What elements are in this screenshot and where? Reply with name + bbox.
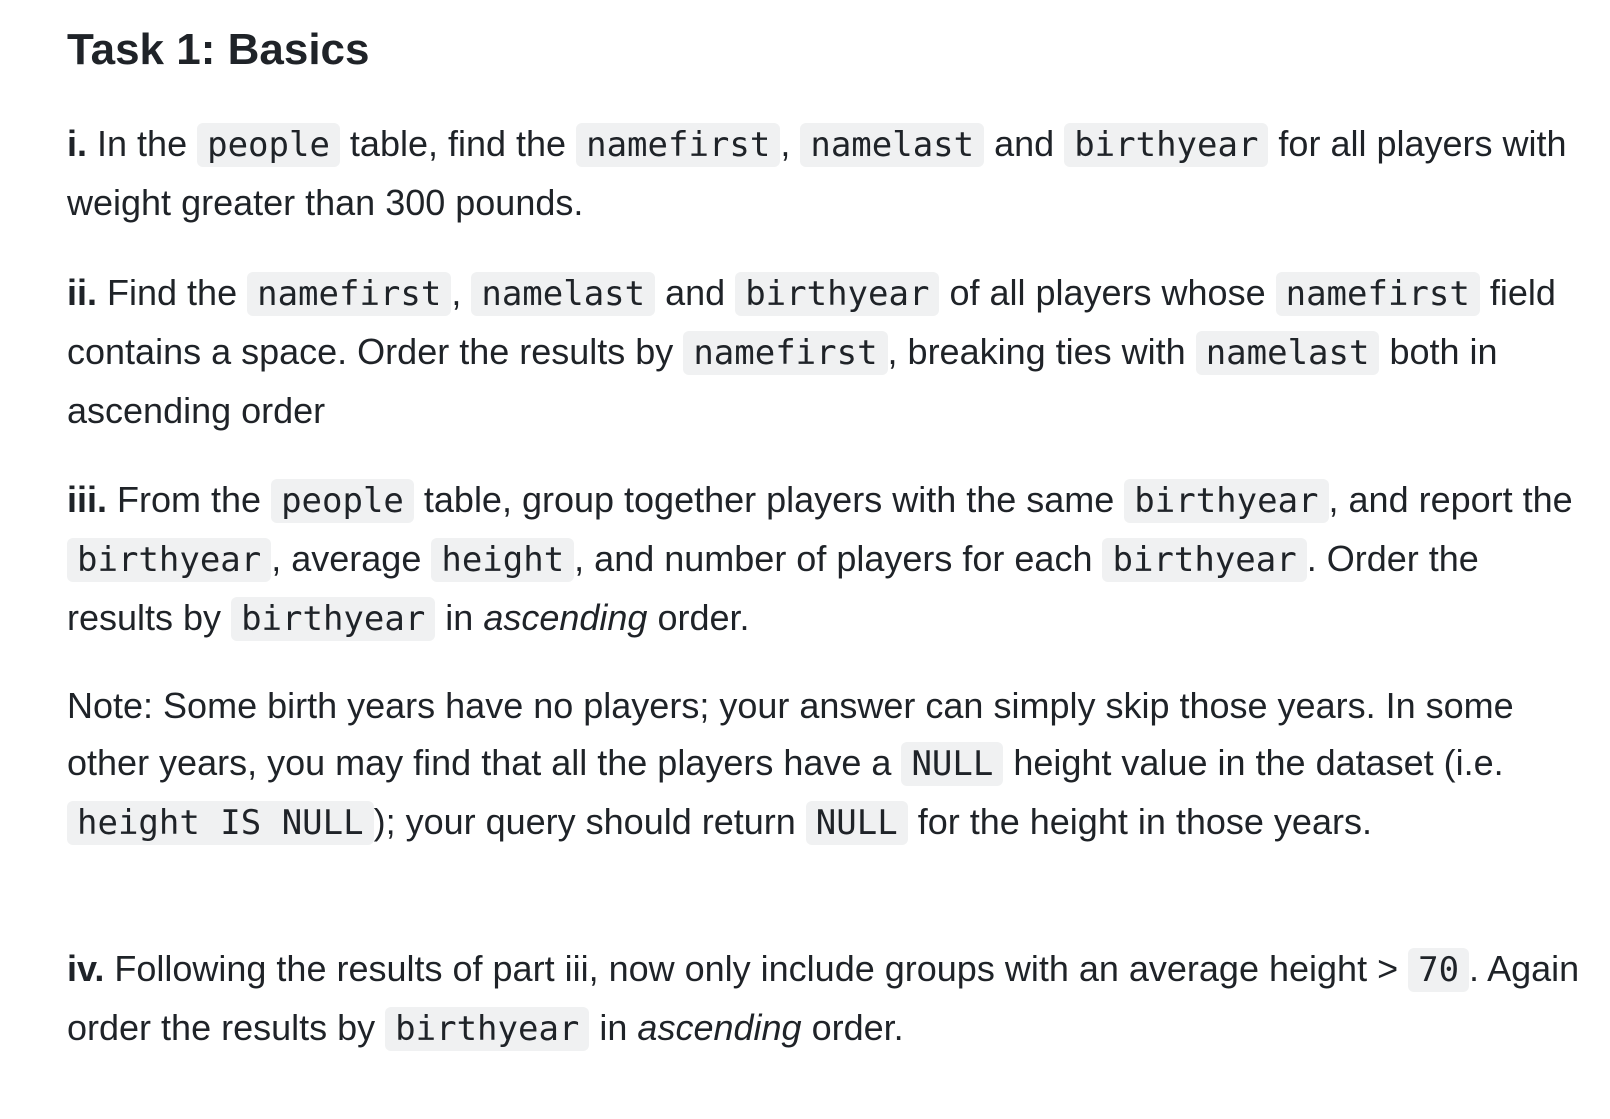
text-span: In the: [87, 123, 198, 164]
inline-code: birthyear: [1064, 123, 1269, 167]
text-span: height value in the dataset (i.e.: [1003, 742, 1504, 783]
inline-code: birthyear: [67, 538, 272, 582]
inline-code: namelast: [471, 272, 656, 316]
inline-code: height: [431, 538, 575, 582]
inline-code: birthyear: [385, 1007, 590, 1051]
inline-code: birthyear: [735, 272, 940, 316]
emphasis-text: ascending: [637, 1007, 802, 1048]
text-span: ); your query should return: [373, 801, 806, 842]
text-span: , and number of players for each: [574, 538, 1103, 579]
text-span: in: [435, 597, 484, 638]
inline-code: namefirst: [247, 272, 452, 316]
text-span: and: [984, 123, 1065, 164]
text-span: , average: [271, 538, 432, 579]
inline-code: 70: [1408, 948, 1470, 992]
text-span: and: [655, 272, 736, 313]
text-span: order.: [801, 1007, 904, 1048]
task-part-ii: ii. Find the namefirst, namelast and bir…: [67, 264, 1587, 439]
inline-code: namelast: [800, 123, 985, 167]
text-span: Following the results of part iii, now o…: [104, 948, 1409, 989]
inline-code: birthyear: [1102, 538, 1307, 582]
text-span: of all players whose: [939, 272, 1276, 313]
inline-code: NULL: [901, 742, 1004, 786]
part-number: iii.: [67, 479, 108, 520]
inline-code: NULL: [805, 801, 908, 845]
text-span: From the: [107, 479, 272, 520]
inline-code: people: [271, 479, 414, 523]
text-span: order.: [647, 597, 750, 638]
task-part-iii: iii. From the people table, group togeth…: [67, 471, 1587, 648]
text-span: ,: [780, 123, 801, 164]
task-part-i: i. In the people table, find the namefir…: [67, 115, 1587, 231]
text-span: , breaking ties with: [887, 331, 1196, 372]
text-span: in: [589, 1007, 638, 1048]
emphasis-text: ascending: [483, 597, 648, 638]
inline-code: height IS NULL: [67, 801, 374, 845]
part-number: ii.: [67, 272, 98, 313]
text-span: for the height in those years.: [907, 801, 1372, 842]
inline-code: birthyear: [231, 597, 436, 641]
inline-code: namefirst: [1275, 272, 1480, 316]
task-part-iv: iv. Following the results of part iii, n…: [67, 940, 1587, 1058]
text-span: table, group together players with the s…: [413, 479, 1125, 520]
text-span: Find the: [97, 272, 248, 313]
section-heading: Task 1: Basics: [67, 25, 370, 74]
inline-code: people: [197, 123, 340, 167]
text-span: , and report the: [1328, 479, 1573, 520]
inline-code: namelast: [1195, 331, 1380, 375]
inline-code: namefirst: [683, 331, 888, 375]
text-span: table, find the: [339, 123, 577, 164]
part-number: iv.: [67, 948, 105, 989]
task-note: Note: Some birth years have no players; …: [67, 677, 1587, 852]
part-number: i.: [67, 123, 88, 164]
inline-code: namefirst: [576, 123, 781, 167]
inline-code: birthyear: [1124, 479, 1329, 523]
text-span: ,: [451, 272, 472, 313]
